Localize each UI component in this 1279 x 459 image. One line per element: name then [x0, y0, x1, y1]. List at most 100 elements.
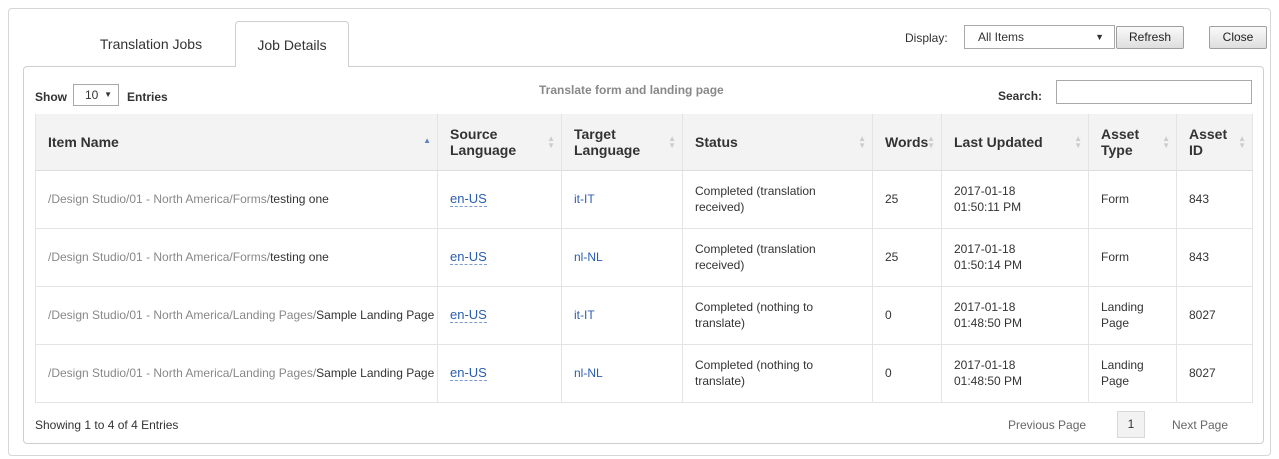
- previous-page-link[interactable]: Previous Page: [1008, 418, 1086, 432]
- status-text: Completed (translation: [695, 184, 816, 198]
- cell-status: Completed (nothing to translate): [682, 344, 873, 403]
- cell-asset-type: Landing Page: [1088, 286, 1177, 345]
- target-language-link[interactable]: nl-NL: [574, 366, 603, 380]
- cell-item-name: /Design Studio/01 - North America/Landin…: [35, 286, 438, 345]
- table-header-row: Item Name ▲ Source Language ▲ ▼ Target La…: [35, 114, 1253, 171]
- cell-source-language: en-US: [437, 228, 562, 287]
- target-language-link[interactable]: it-IT: [574, 308, 595, 322]
- tab-translation-jobs[interactable]: Translation Jobs: [73, 24, 229, 64]
- sort-icon: ▲ ▼: [668, 133, 676, 150]
- updated-date: 2017-01-18: [954, 358, 1016, 372]
- show-label: Show: [35, 90, 67, 104]
- cell-target-language: nl-NL: [561, 228, 683, 287]
- cell-item-name: /Design Studio/01 - North America/Forms/…: [35, 228, 438, 287]
- cell-words: 0: [872, 344, 942, 403]
- cell-source-language: en-US: [437, 344, 562, 403]
- asset-type: Page: [1101, 316, 1130, 330]
- status-text: Completed (translation: [695, 242, 816, 256]
- source-language-link[interactable]: en-US: [450, 365, 487, 381]
- column-header-label: Last Updated: [954, 133, 1043, 150]
- cell-last-updated: 2017-01-18 01:48:50 PM: [941, 286, 1089, 345]
- updated-time: 01:48:50 PM: [954, 316, 1023, 330]
- next-page-link[interactable]: Next Page: [1172, 418, 1228, 432]
- entries-label: Entries: [127, 90, 168, 104]
- column-header-target-language[interactable]: Target Language ▲ ▼: [561, 114, 683, 171]
- sort-icon: ▲ ▼: [858, 133, 866, 150]
- status-text: translate): [695, 316, 746, 330]
- cell-asset-id: 843: [1176, 170, 1253, 229]
- search-input[interactable]: [1056, 80, 1252, 104]
- updated-time: 01:50:14 PM: [954, 258, 1023, 272]
- tab-job-details[interactable]: Job Details: [235, 21, 349, 67]
- item-path: /Design Studio/01 - North America/Forms/: [48, 250, 271, 264]
- cell-status: Completed (translation received): [682, 228, 873, 287]
- cell-target-language: it-IT: [561, 286, 683, 345]
- status-text: Completed (nothing to: [695, 358, 814, 372]
- asset-type: Form: [1101, 250, 1129, 264]
- source-language-link[interactable]: en-US: [450, 307, 487, 323]
- display-label: Display:: [905, 31, 948, 45]
- column-header-item-name[interactable]: Item Name ▲: [35, 114, 438, 171]
- cell-source-language: en-US: [437, 286, 562, 345]
- column-header-label: Asset: [1101, 125, 1140, 142]
- column-header-last-updated[interactable]: Last Updated ▲ ▼: [941, 114, 1089, 171]
- asset-type: Landing: [1101, 300, 1144, 314]
- cell-words: 25: [872, 228, 942, 287]
- target-language-link[interactable]: it-IT: [574, 192, 595, 206]
- column-header-label: Source: [450, 125, 498, 142]
- column-header-asset-type[interactable]: Asset Type ▲ ▼: [1088, 114, 1177, 171]
- cell-asset-id: 843: [1176, 228, 1253, 287]
- cell-last-updated: 2017-01-18 01:50:14 PM: [941, 228, 1089, 287]
- column-header-source-language[interactable]: Source Language ▲ ▼: [437, 114, 562, 171]
- source-language-link[interactable]: en-US: [450, 191, 487, 207]
- item-path: /Design Studio/01 - North America/Landin…: [48, 308, 317, 322]
- sort-ascending-icon: ▲: [423, 135, 431, 145]
- cell-status: Completed (translation received): [682, 170, 873, 229]
- item-path: /Design Studio/01 - North America/Landin…: [48, 366, 317, 380]
- entries-per-page-value: 10: [85, 88, 99, 102]
- column-header-label: Asset: [1189, 125, 1228, 142]
- cell-last-updated: 2017-01-18 01:48:50 PM: [941, 344, 1089, 403]
- cell-last-updated: 2017-01-18 01:50:11 PM: [941, 170, 1089, 229]
- column-header-words[interactable]: Words ▲ ▼: [872, 114, 942, 171]
- target-language-link[interactable]: nl-NL: [574, 250, 603, 264]
- cell-asset-id: 8027: [1176, 286, 1253, 345]
- status-text: received): [695, 200, 745, 214]
- display-select[interactable]: All Items ▼: [964, 25, 1115, 49]
- sort-icon: ▲ ▼: [1074, 133, 1082, 150]
- table-row[interactable]: /Design Studio/01 - North America/Landin…: [35, 286, 1253, 345]
- close-button[interactable]: Close: [1209, 26, 1267, 49]
- cell-item-name: /Design Studio/01 - North America/Forms/…: [35, 170, 438, 229]
- asset-type: Landing: [1101, 358, 1144, 372]
- source-language-link[interactable]: en-US: [450, 249, 487, 265]
- item-name: testing one: [270, 192, 329, 206]
- table-row[interactable]: /Design Studio/01 - North America/Landin…: [35, 344, 1253, 403]
- item-path: /Design Studio/01 - North America/Forms/: [48, 192, 271, 206]
- page-number-button[interactable]: 1: [1117, 411, 1145, 438]
- cell-words: 25: [872, 170, 942, 229]
- cell-words: 0: [872, 286, 942, 345]
- item-name: Sample Landing Page: [316, 308, 435, 322]
- entries-per-page-select[interactable]: 10 ▼: [73, 84, 119, 106]
- table-row[interactable]: /Design Studio/01 - North America/Forms/…: [35, 170, 1253, 229]
- column-header-label: ID: [1189, 141, 1203, 158]
- table-row[interactable]: /Design Studio/01 - North America/Forms/…: [35, 228, 1253, 287]
- column-header-asset-id[interactable]: Asset ID ▲ ▼: [1176, 114, 1253, 171]
- showing-entries-text: Showing 1 to 4 of 4 Entries: [35, 418, 179, 432]
- status-text: translate): [695, 374, 746, 388]
- updated-time: 01:48:50 PM: [954, 374, 1023, 388]
- sort-icon: ▲ ▼: [927, 133, 935, 150]
- cell-asset-type: Form: [1088, 170, 1177, 229]
- cell-asset-type: Landing Page: [1088, 344, 1177, 403]
- sort-icon: ▲ ▼: [1162, 133, 1170, 150]
- column-header-label: Status: [695, 133, 738, 150]
- sort-icon: ▲ ▼: [1238, 133, 1246, 150]
- cell-target-language: nl-NL: [561, 344, 683, 403]
- updated-date: 2017-01-18: [954, 184, 1016, 198]
- updated-date: 2017-01-18: [954, 300, 1016, 314]
- search-label: Search:: [998, 89, 1043, 103]
- cell-item-name: /Design Studio/01 - North America/Landin…: [35, 344, 438, 403]
- refresh-button[interactable]: Refresh: [1116, 26, 1184, 49]
- column-header-status[interactable]: Status ▲ ▼: [682, 114, 873, 171]
- job-details-table: Item Name ▲ Source Language ▲ ▼ Target La…: [35, 114, 1253, 403]
